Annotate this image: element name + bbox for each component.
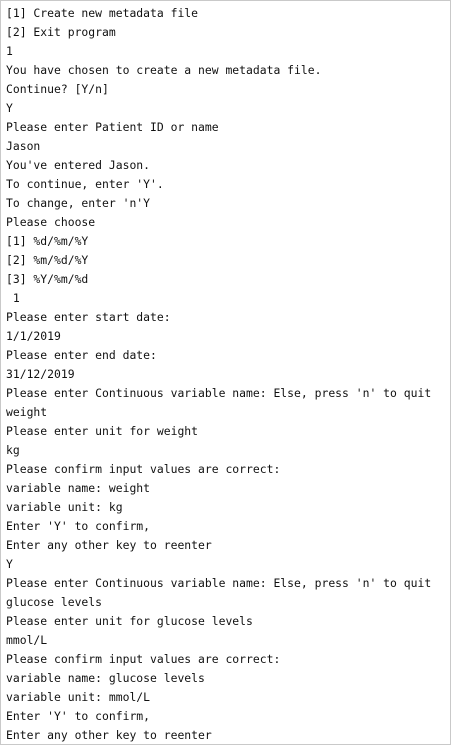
terminal-line: Y [6, 101, 13, 115]
terminal-line: Jason [6, 139, 41, 153]
terminal-line: To change, enter 'n'Y [6, 196, 151, 210]
terminal-line: Please enter Patient ID or name [6, 120, 219, 134]
terminal-line: [1] %d/%m/%Y [6, 234, 89, 248]
terminal-line: 1 [6, 44, 13, 58]
terminal-line: Please enter Continuous variable name: E… [6, 576, 432, 590]
terminal-line: Please enter Continuous variable name: E… [6, 386, 432, 400]
terminal-line: variable name: glucose levels [6, 671, 205, 685]
terminal-line: Enter 'Y' to confirm, [6, 519, 151, 533]
terminal-line: Continue? [Y/n] [6, 82, 109, 96]
terminal-line: Please choose [6, 215, 96, 229]
terminal-line: [2] %m/%d/%Y [6, 253, 89, 267]
terminal-output: [1] Create new metadata file [2] Exit pr… [6, 4, 448, 745]
terminal-line: Please confirm input values are correct: [6, 652, 281, 666]
terminal-line: 1 [6, 291, 20, 305]
terminal-line: 1/1/2019 [6, 329, 61, 343]
terminal-line: To continue, enter 'Y'. [6, 177, 164, 191]
terminal-line: Please enter start date: [6, 310, 171, 324]
terminal-line: Please enter end date: [6, 348, 157, 362]
terminal-line: You've entered Jason. [6, 158, 151, 172]
terminal-line: Please enter unit for weight [6, 424, 199, 438]
terminal-line: Please enter unit for glucose levels [6, 614, 253, 628]
terminal-line: You have chosen to create a new metadata… [6, 63, 322, 77]
terminal-line: Y [6, 557, 13, 571]
terminal-line: variable unit: kg [6, 500, 123, 514]
terminal-line: [2] Exit program [6, 25, 116, 39]
terminal-line: 31/12/2019 [6, 367, 75, 381]
terminal-line: variable unit: mmol/L [6, 690, 151, 704]
terminal-line: variable name: weight [6, 481, 151, 495]
terminal-line: glucose levels [6, 595, 103, 609]
terminal-line: kg [6, 443, 20, 457]
terminal-line: Enter any other key to reenter [6, 728, 212, 742]
terminal-line: weight [6, 405, 48, 419]
terminal-line: Please confirm input values are correct: [6, 462, 281, 476]
terminal-line: Enter any other key to reenter [6, 538, 212, 552]
terminal-line: [1] Create new metadata file [6, 6, 199, 20]
terminal-line: mmol/L [6, 633, 48, 647]
terminal-line: [3] %Y/%m/%d [6, 272, 89, 286]
terminal-line: Enter 'Y' to confirm, [6, 709, 151, 723]
terminal-window[interactable]: [1] Create new metadata file [2] Exit pr… [0, 0, 451, 745]
